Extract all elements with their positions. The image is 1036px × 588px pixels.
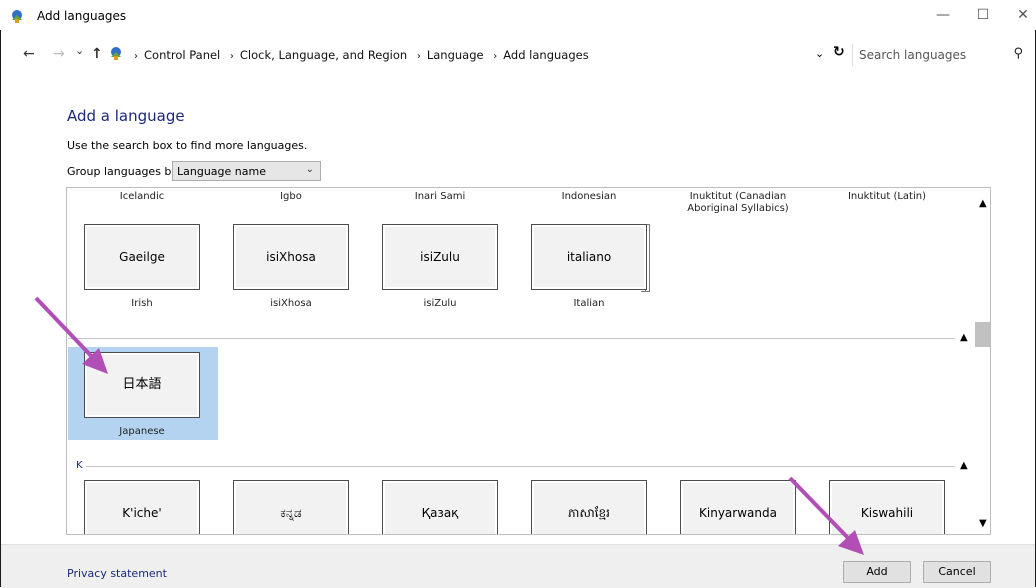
add-button[interactable]: Add xyxy=(843,561,911,583)
search-input[interactable]: Search languages ⚲ xyxy=(852,44,1023,66)
group-divider-j xyxy=(68,338,955,339)
cancel-button[interactable]: Cancel xyxy=(923,561,991,583)
language-name[interactable]: Indonesian xyxy=(515,191,663,203)
breadcrumb-separator: › xyxy=(416,51,421,62)
language-tile-irish[interactable]: Gaeilge xyxy=(84,224,200,290)
group-divider-k xyxy=(86,466,955,467)
scroll-down-button[interactable]: ▼ xyxy=(979,518,987,529)
language-tile-japanese[interactable]: 日本語 xyxy=(84,352,200,418)
chevron-down-icon: ⌄ xyxy=(305,164,314,175)
breadcrumb-separator: › xyxy=(134,51,138,62)
language-tile-kiche[interactable]: K'iche' xyxy=(84,480,200,534)
group-by-select[interactable]: Language name ⌄ xyxy=(172,161,321,181)
group-by-value: Language name xyxy=(177,165,266,178)
language-tile-italian[interactable]: italiano xyxy=(531,224,647,290)
search-hint: Use the search box to find more language… xyxy=(67,139,308,152)
page-title: Add a language xyxy=(67,107,185,125)
control-panel-icon xyxy=(12,10,22,23)
language-tile-kinyarwanda[interactable]: Kinyarwanda xyxy=(680,480,796,534)
breadcrumb-separator: › xyxy=(229,51,234,62)
breadcrumb-separator: › xyxy=(493,51,498,62)
breadcrumb: › Control Panel › Clock, Language, and Reg… xyxy=(128,48,589,62)
scrollbar-thumb[interactable] xyxy=(975,322,990,347)
up-button[interactable]: ↑ xyxy=(91,46,103,62)
breadcrumb-language[interactable]: Language xyxy=(427,48,484,62)
forward-button[interactable]: → xyxy=(53,46,65,62)
privacy-statement-link[interactable]: Privacy statement xyxy=(67,567,167,580)
language-english-name: Irish xyxy=(131,298,153,309)
breadcrumb-control-panel[interactable]: Control Panel xyxy=(144,48,220,62)
language-tile-kannada[interactable]: ಕನ್ನಡ xyxy=(233,480,349,534)
language-name[interactable]: Inari Sami xyxy=(366,191,514,203)
address-dropdown-button[interactable]: ⌄ xyxy=(815,47,824,60)
back-button[interactable]: ← xyxy=(23,46,35,62)
footer-bar: Privacy statement Add Cancel xyxy=(1,544,1035,588)
group-by-label: Group languages by: xyxy=(67,165,181,178)
language-tile-isizulu[interactable]: isiZulu xyxy=(382,224,498,290)
language-name[interactable]: Icelandic xyxy=(68,191,216,203)
language-name[interactable]: Inuktitut (Latin) xyxy=(813,191,961,203)
language-tile-isixhosa[interactable]: isiXhosa xyxy=(233,224,349,290)
language-tile-kazakh[interactable]: Қазақ xyxy=(382,480,498,534)
search-placeholder: Search languages xyxy=(859,48,967,62)
title-bar: Add languages — ☐ ✕ xyxy=(0,0,1036,30)
close-button[interactable]: ✕ xyxy=(1000,0,1036,30)
window-title: Add languages xyxy=(37,9,127,23)
recent-locations-button[interactable]: ⌄ xyxy=(75,44,84,57)
group-label-k: K xyxy=(76,460,83,471)
collapse-group-icon[interactable]: ▲ xyxy=(960,332,968,343)
language-english-name: isiXhosa xyxy=(270,298,312,309)
collapse-group-icon[interactable]: ▲ xyxy=(960,460,968,471)
language-tile-kiswahili[interactable]: Kiswahili xyxy=(829,480,945,534)
language-english-name: Italian xyxy=(573,298,605,309)
language-name[interactable]: Inuktitut (Canadian Aboriginal Syllabics… xyxy=(664,191,812,215)
language-name[interactable]: Igbo xyxy=(217,191,365,203)
language-english-name: isiZulu xyxy=(423,298,457,309)
breadcrumb-clock-language-region[interactable]: Clock, Language, and Region xyxy=(240,48,407,62)
refresh-button[interactable]: ↻ xyxy=(833,44,845,60)
search-icon[interactable]: ⚲ xyxy=(1013,46,1023,61)
language-tile-khmer[interactable]: ភាសាខ្មែរ xyxy=(531,480,647,534)
breadcrumb-add-languages[interactable]: Add languages xyxy=(503,48,588,62)
language-list[interactable]: Icelandic Igbo Inari Sami Indonesian Inu… xyxy=(66,187,991,535)
language-english-name: Japanese xyxy=(119,426,165,437)
control-panel-breadcrumb-icon xyxy=(111,47,121,60)
scroll-up-button[interactable]: ▲ xyxy=(979,198,987,209)
vertical-scrollbar[interactable] xyxy=(975,188,990,534)
